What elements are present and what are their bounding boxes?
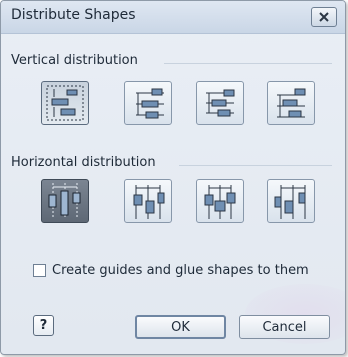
horizontal-center-button[interactable] [196,179,244,223]
vertical-bottom-button[interactable] [267,81,315,125]
distribute-horizontal-center-icon [204,185,236,219]
title-bar: Distribute Shapes [1,1,345,34]
horizontal-separator [179,165,332,166]
distribute-vertical-bottom-icon [277,88,306,118]
guides-checkbox-label: Create guides and glue shapes to them [52,263,309,278]
distribute-horizontal-right-icon [274,185,306,219]
distribute-horizontal-space-icon [48,183,81,219]
distribute-vertical-space-icon [46,85,84,121]
vertical-distribution-label: Vertical distribution [11,53,138,68]
distribute-vertical-center-icon [206,89,235,117]
horizontal-distribution-label: Horizontal distribution [11,155,156,170]
horizontal-space-button[interactable] [41,179,89,223]
vertical-separator [164,63,332,64]
distribute-shapes-dialog: Distribute Shapes Vertical distribution [0,0,346,355]
ok-button[interactable]: OK [135,315,226,339]
vertical-top-button[interactable] [124,81,172,125]
horizontal-left-button[interactable] [124,179,172,223]
help-button[interactable]: ? [33,315,54,336]
cancel-button[interactable]: Cancel [239,315,330,339]
guides-checkbox-row[interactable]: Create guides and glue shapes to them [33,263,309,278]
close-icon [319,12,329,22]
help-icon: ? [39,318,48,333]
distribute-vertical-top-icon [136,88,164,119]
vertical-space-button[interactable] [41,81,89,125]
distribute-horizontal-left-icon [133,185,165,219]
dialog-title: Distribute Shapes [11,7,136,23]
close-button[interactable] [311,7,337,27]
guides-checkbox[interactable] [33,264,46,277]
vertical-center-button[interactable] [196,81,244,125]
horizontal-right-button[interactable] [267,179,315,223]
